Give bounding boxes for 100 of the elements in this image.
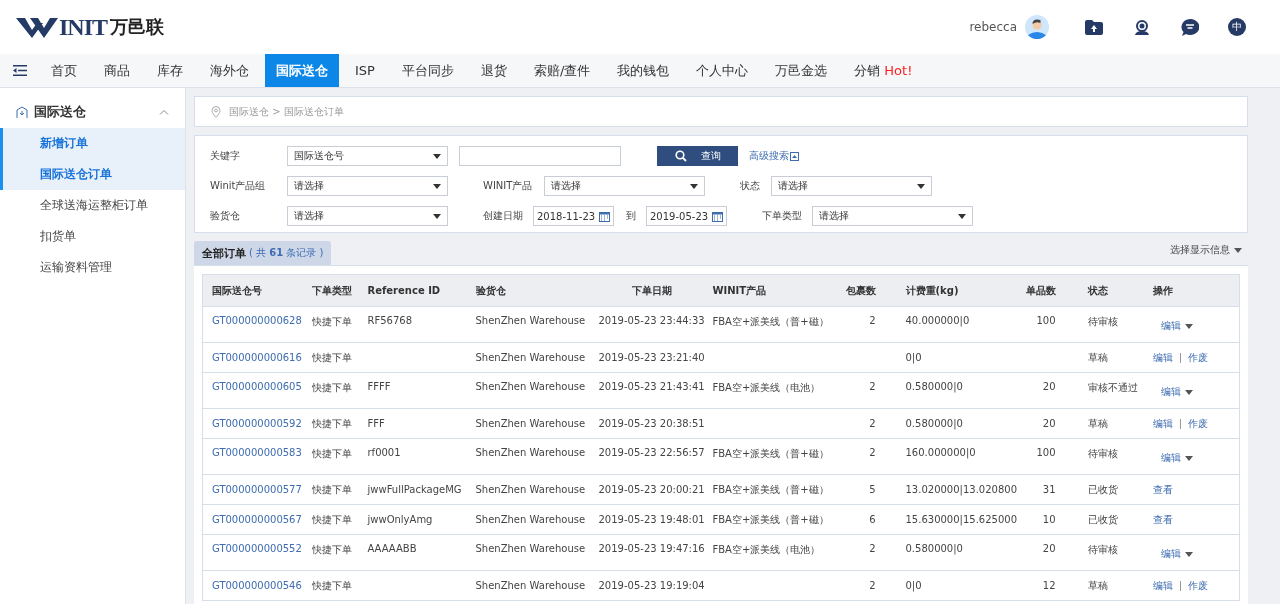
column-header: 单品数 xyxy=(1019,274,1056,307)
table-cell: 审核不通过 xyxy=(1055,372,1150,409)
search-icon xyxy=(674,150,687,162)
order-link[interactable]: GT000000000616 xyxy=(202,342,312,373)
table-cell: 0.580000|0 xyxy=(875,534,1020,571)
avatar[interactable] xyxy=(1025,15,1049,39)
search-button[interactable]: 查询 xyxy=(657,146,738,166)
table-cell: 31 xyxy=(1019,474,1056,505)
table-cell: 2 xyxy=(839,570,876,601)
nav-tab[interactable]: 万邑金选 xyxy=(764,54,839,87)
order-link[interactable]: GT000000000628 xyxy=(202,306,312,343)
sidebar-title[interactable]: 国际送仓 xyxy=(34,103,86,121)
orders-tab[interactable]: 全部订单 ( 共 61 条记录 ) xyxy=(194,241,332,265)
action-link[interactable]: 编辑 xyxy=(1160,547,1181,561)
table-cell: ShenZhen Warehouse xyxy=(475,534,594,571)
select-field[interactable]: 请选择 xyxy=(287,176,448,196)
caret-icon[interactable] xyxy=(1184,455,1193,461)
action-link[interactable]: 编辑 xyxy=(1160,319,1181,333)
sidebar-item[interactable]: 国际送仓订单 xyxy=(0,159,185,190)
order-link[interactable]: GT000000000546 xyxy=(202,570,312,601)
action-link[interactable]: 编辑 xyxy=(1152,416,1173,431)
caret-icon[interactable] xyxy=(1184,551,1193,557)
select-field[interactable]: 请选择 xyxy=(287,206,448,226)
action-link[interactable]: 编辑 xyxy=(1152,578,1173,593)
date-field[interactable]: 2019-05-23 xyxy=(646,206,727,226)
folder-upload-icon[interactable] xyxy=(1085,19,1103,35)
order-link[interactable]: GT000000000552 xyxy=(202,534,312,571)
table-cell: 12 xyxy=(1019,570,1056,601)
calendar-icon xyxy=(712,210,723,222)
table-cell: 已收货 xyxy=(1055,474,1150,505)
menu-icon[interactable] xyxy=(13,65,27,76)
column-header: 状态 xyxy=(1055,274,1150,307)
calendar-icon xyxy=(599,210,610,222)
nav-tab[interactable]: 商品 xyxy=(93,54,141,87)
action-link[interactable]: 编辑 xyxy=(1152,350,1173,365)
table-cell: 20 xyxy=(1019,408,1056,439)
username: rebecca xyxy=(969,20,1017,34)
column-header: 下单类型 xyxy=(311,274,368,307)
select-field[interactable]: 请选择 xyxy=(544,176,705,196)
table-cell: 待审核 xyxy=(1055,306,1150,343)
caret-icon[interactable] xyxy=(1184,389,1193,395)
table-cell: 0|0 xyxy=(875,342,1020,373)
nav-tab[interactable]: ISP xyxy=(344,54,386,87)
table-cell: ShenZhen Warehouse xyxy=(475,504,594,535)
nav-tab[interactable]: 索赔/查件 xyxy=(522,54,602,87)
order-link[interactable]: GT000000000605 xyxy=(202,372,312,409)
language-button[interactable]: 中 xyxy=(1228,18,1246,36)
table-cell: ShenZhen Warehouse xyxy=(475,342,594,373)
caret-icon[interactable] xyxy=(1184,323,1193,329)
action-link[interactable]: 查看 xyxy=(1152,482,1173,497)
caret-icon xyxy=(1234,247,1242,253)
column-header: 下单日期 xyxy=(593,274,711,307)
table-cell: 待审核 xyxy=(1055,438,1150,475)
table-cell: 快捷下单 xyxy=(311,372,368,409)
nav-tab[interactable]: 分销 Hot! xyxy=(843,54,924,87)
order-link[interactable]: GT000000000567 xyxy=(202,504,312,535)
table-cell: 2019-05-23 20:38:51 xyxy=(593,408,711,439)
order-link[interactable]: GT000000000592 xyxy=(202,408,312,439)
nav-tab[interactable]: 个人中心 xyxy=(685,54,760,87)
nav-tab[interactable]: 首页 xyxy=(40,54,88,87)
table-cell: ShenZhen Warehouse xyxy=(475,438,594,475)
nav-tab[interactable]: 库存 xyxy=(146,54,194,87)
caret-icon xyxy=(433,183,441,189)
table-cell: 快捷下单 xyxy=(311,534,368,571)
select-field[interactable]: 请选择 xyxy=(812,206,973,226)
action-link[interactable]: 编辑 xyxy=(1160,451,1181,465)
action-link[interactable]: 作废 xyxy=(1187,350,1208,365)
advanced-search-link[interactable]: 高级搜索 xyxy=(749,149,799,163)
table-cell: rf0001 xyxy=(367,438,476,475)
select-field[interactable]: 国际送仓号 xyxy=(287,146,448,166)
sidebar-item[interactable]: 新增订单 xyxy=(0,128,185,159)
column-header: 计费重(kg) xyxy=(875,274,1020,307)
action-link[interactable]: 编辑 xyxy=(1160,385,1181,399)
table-cell: 2 xyxy=(839,306,876,343)
action-link[interactable]: 作废 xyxy=(1187,416,1208,431)
filter-label: 下单类型 xyxy=(762,209,803,223)
table-cell: 待审核 xyxy=(1055,534,1150,571)
nav-tab[interactable]: 退货 xyxy=(469,54,518,87)
caret-icon xyxy=(917,183,925,189)
table-cell: FBA空+派美线（电池） xyxy=(710,534,840,571)
order-link[interactable]: GT000000000583 xyxy=(202,438,312,475)
date-field[interactable]: 2018-11-23 xyxy=(533,206,614,226)
table-cell: 10 xyxy=(1019,504,1056,535)
filter-label: Winit产品组 xyxy=(210,179,267,193)
select-field[interactable]: 请选择 xyxy=(771,176,932,196)
nav-tab[interactable]: 平台同步 xyxy=(390,54,465,87)
table-cell: 2019-05-23 19:19:04 xyxy=(593,570,711,601)
keyword-input[interactable] xyxy=(459,146,621,166)
nav-tab[interactable]: 国际送仓 xyxy=(265,54,339,87)
location-pin-icon xyxy=(211,105,221,118)
action-link[interactable]: 查看 xyxy=(1152,512,1173,527)
nav-tab[interactable]: 海外仓 xyxy=(199,54,260,87)
order-link[interactable]: GT000000000577 xyxy=(202,474,312,505)
chat-icon[interactable] xyxy=(1181,18,1199,36)
nav-tab[interactable]: 我的钱包 xyxy=(606,54,681,87)
action-link[interactable]: 作废 xyxy=(1187,578,1208,593)
table-cell: 2019-05-23 22:56:57 xyxy=(593,438,711,475)
display-options-dropdown[interactable]: 选择显示信息 xyxy=(1170,243,1242,257)
table-cell: 草稿 xyxy=(1055,570,1150,601)
table-cell: ShenZhen Warehouse xyxy=(475,408,594,439)
